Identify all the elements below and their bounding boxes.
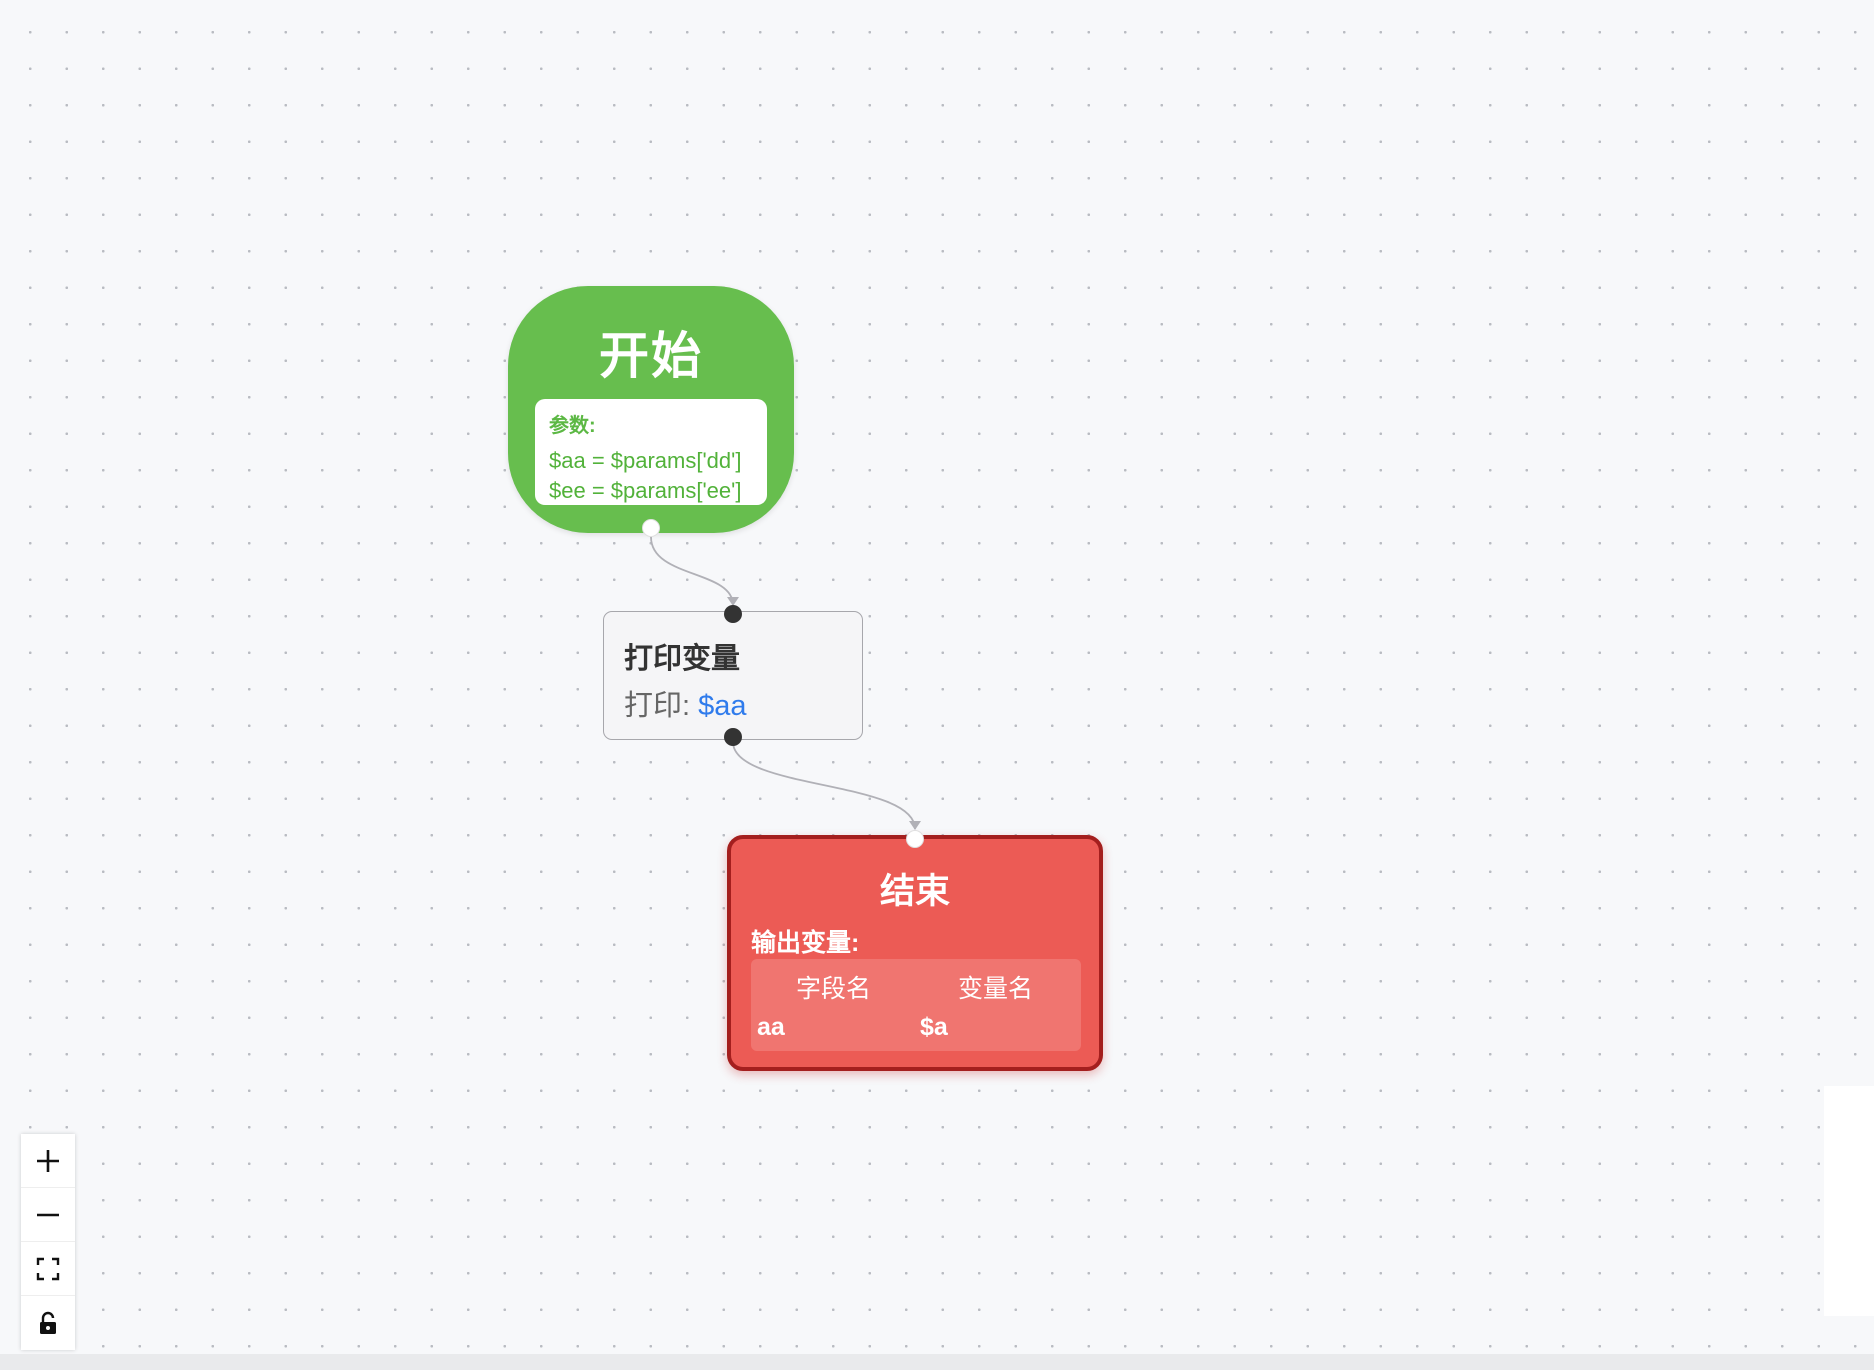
table-cell-variable: $a (920, 1013, 948, 1041)
start-source-handle[interactable] (642, 519, 660, 537)
print-target-handle[interactable] (724, 605, 742, 623)
print-label: 打印: (624, 690, 691, 722)
params-label: 参数: (549, 415, 596, 437)
end-node[interactable]: 结束 输出变量: 字段名 变量名 aa $a (727, 835, 1103, 1071)
fit-view-icon (36, 1257, 60, 1280)
bottom-edge (0, 1354, 1874, 1370)
zoom-out-button[interactable] (21, 1188, 75, 1242)
plus-icon (37, 1149, 59, 1172)
print-variable-node[interactable]: 打印变量 打印: $aa (603, 611, 863, 740)
start-params-box: 参数: $aa = $params['dd'] $ee = $params['e… (535, 399, 767, 505)
side-panel-edge (1824, 1086, 1874, 1316)
param-line: $ee = $params['ee'] (549, 478, 742, 503)
table-cell-field: aa (757, 1013, 785, 1041)
minus-icon (37, 1213, 59, 1216)
table-header-variable: 变量名 (958, 975, 1034, 1003)
print-variable: $aa (698, 690, 747, 722)
start-node[interactable]: 开始 参数: $aa = $params['dd'] $ee = $params… (508, 286, 794, 533)
end-target-handle[interactable] (906, 830, 924, 848)
print-node-line: 打印: $aa (624, 682, 747, 724)
output-variables-label: 输出变量: (751, 929, 860, 957)
flow-controls (21, 1134, 75, 1350)
print-source-handle[interactable] (724, 728, 742, 746)
param-line: $aa = $params['dd'] (549, 448, 742, 473)
edge-print-to-end[interactable] (732, 741, 916, 830)
table-header-field: 字段名 (796, 975, 872, 1003)
zoom-in-button[interactable] (21, 1134, 75, 1188)
output-table: 字段名 变量名 aa $a (751, 959, 1081, 1051)
print-node-title: 打印变量 (624, 643, 741, 675)
edge-arrow-head (909, 821, 921, 830)
end-node-title: 结束 (879, 872, 950, 911)
edge-start-to-print[interactable] (650, 536, 734, 606)
fit-view-button[interactable] (21, 1242, 75, 1296)
edges-layer (650, 536, 921, 830)
toggle-lock-button[interactable] (21, 1296, 75, 1350)
start-node-title: 开始 (599, 328, 703, 384)
unlock-icon (40, 1311, 56, 1334)
